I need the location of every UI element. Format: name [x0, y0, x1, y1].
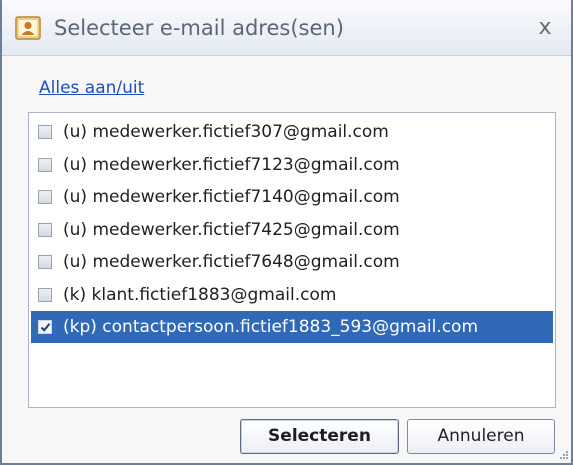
checkmark-icon [40, 323, 51, 332]
email-list-item[interactable]: (u) medewerker.fictief7123@gmail.com [31, 149, 553, 181]
select-button[interactable]: Selecteren [240, 419, 399, 454]
cancel-button[interactable]: Annuleren [407, 419, 555, 454]
email-list-item[interactable]: (u) medewerker.fictief7140@gmail.com [31, 181, 553, 213]
contact-card-icon [15, 16, 41, 40]
email-list-item-label: (kp) contactpersoon.fictief1883_593@gmai… [63, 317, 479, 337]
resize-grip-icon[interactable] [555, 447, 569, 461]
email-list-item-label: (u) medewerker.fictief7425@gmail.com [63, 219, 400, 240]
checkbox[interactable] [38, 287, 52, 302]
dialog-title: Selecteer e-mail adres(sen) [54, 16, 344, 40]
email-list-item-label: (u) medewerker.fictief7648@gmail.com [63, 252, 400, 272]
email-list-item-label: (u) medewerker.fictief7123@gmail.com [63, 154, 400, 175]
email-list-item-label: (k) klant.fictief1883@gmail.com [63, 284, 337, 305]
checkbox[interactable] [38, 255, 52, 269]
checkbox-checked[interactable] [38, 320, 52, 334]
checkbox[interactable] [38, 190, 52, 204]
checkbox[interactable] [38, 125, 52, 139]
email-list-item[interactable]: (k) klant.fictief1883@gmail.com [31, 279, 553, 311]
checkbox[interactable] [38, 157, 52, 172]
email-list-item[interactable]: (u) medewerker.fictief7648@gmail.com [31, 246, 553, 278]
email-list-item[interactable]: (u) medewerker.fictief7425@gmail.com [31, 214, 553, 246]
email-address-list[interactable]: (u) medewerker.fictief307@gmail.com (u) m… [28, 112, 556, 408]
title-bar[interactable]: Selecteer e-mail adres(sen) x [2, 0, 571, 56]
email-list-item-label: (u) medewerker.fictief307@gmail.com [63, 122, 389, 142]
checkbox[interactable] [38, 222, 52, 237]
email-list-item[interactable]: (kp) contactpersoon.fictief1883_593@gmai… [31, 311, 553, 343]
email-list-item[interactable]: (u) medewerker.fictief307@gmail.com [31, 116, 553, 148]
toggle-all-link[interactable]: Alles aan/uit [39, 75, 144, 101]
close-button[interactable]: x [529, 13, 561, 43]
email-list-item-label: (u) medewerker.fictief7140@gmail.com [63, 187, 400, 207]
email-select-dialog: Selecteer e-mail adres(sen) x Alles aan/… [0, 0, 573, 465]
